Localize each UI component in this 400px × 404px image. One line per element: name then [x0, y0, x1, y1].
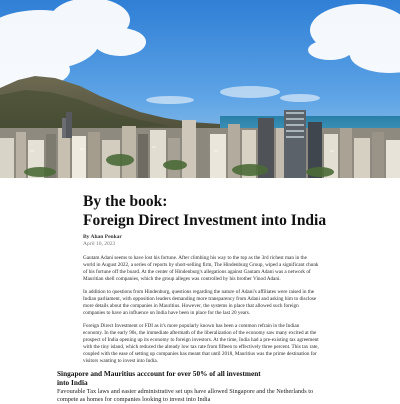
section-description-line2: compete as homes for companies looking t… — [57, 396, 211, 403]
article-paragraph: Foreign Direct Investment or FDI as it's… — [83, 323, 319, 364]
publish-date: April 10, 2023 — [83, 241, 116, 247]
article-title-line1: By the book: — [83, 193, 168, 210]
section-heading-line1: Singapore and Mauritius acccount for ove… — [57, 369, 261, 378]
section-heading: Singapore and Mauritius acccount for ove… — [57, 369, 297, 387]
section-description-line1: Favourable Tax laws and easier administr… — [57, 388, 314, 395]
article: By the book: Foreign Direct Investment i… — [0, 178, 400, 403]
article-paragraph: In addition to questions from Hindenburg… — [83, 289, 317, 316]
article-title: By the book: Foreign Direct Investment i… — [83, 192, 326, 230]
author-name: By Ahan Penkar — [83, 234, 122, 240]
section-heading-line2: into India — [57, 378, 88, 387]
article-paragraph: Gautam Adani seems to have lost his fort… — [83, 255, 319, 282]
article-body: Gautam Adani seems to have lost his fort… — [83, 255, 319, 371]
section-description: Favourable Tax laws and easier administr… — [57, 388, 357, 404]
article-title-line2: Foreign Direct Investment into India — [83, 212, 327, 229]
port-louis-cityscape-photo — [0, 0, 400, 178]
byline: By Ahan Penkar April 10, 2023 — [83, 234, 122, 248]
hero-image — [0, 0, 400, 178]
